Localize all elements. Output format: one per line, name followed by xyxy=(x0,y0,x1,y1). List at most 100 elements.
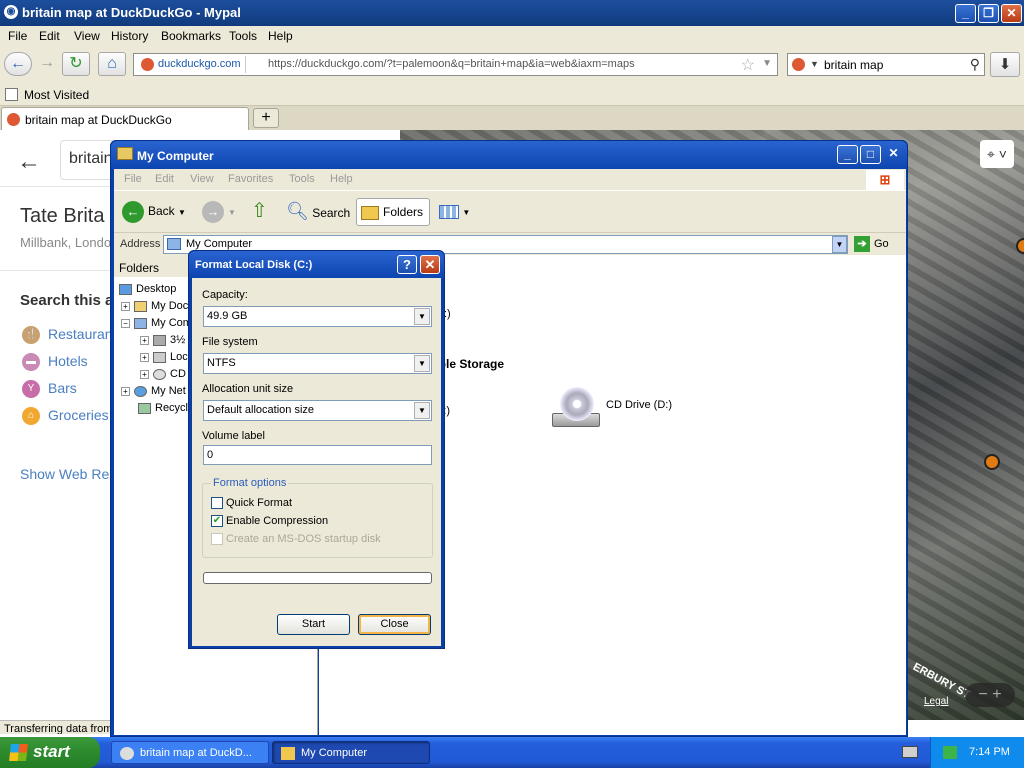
tree-floppy[interactable]: +3½ xyxy=(140,334,185,346)
checkbox-empty-icon[interactable] xyxy=(211,497,223,510)
ex-menu-favorites[interactable]: Favorites xyxy=(228,173,273,185)
menu-edit[interactable]: Edit xyxy=(39,29,60,43)
dropdown-arrow-icon[interactable]: ▼ xyxy=(414,355,430,372)
dropdown-arrow-icon[interactable]: ▼ xyxy=(414,402,430,419)
format-dialog-title-bar[interactable]: Format Local Disk (C:) ? ✕ xyxy=(189,251,444,278)
close-button[interactable]: ✕ xyxy=(1001,4,1022,23)
ex-menu-edit[interactable]: Edit xyxy=(155,173,174,185)
map-pin-icon[interactable] xyxy=(984,454,1000,470)
network-tray-icon[interactable] xyxy=(943,746,957,759)
cd-drive-item[interactable]: CD Drive (D:) xyxy=(552,387,692,437)
expand-icon[interactable]: + xyxy=(140,336,149,345)
map-location-icon[interactable]: ⌖ ˅ xyxy=(980,140,1014,168)
menu-help[interactable]: Help xyxy=(268,29,293,43)
tree-local-disk[interactable]: + Loc xyxy=(140,351,188,363)
collapse-icon[interactable]: − xyxy=(121,319,130,328)
tree-desktop[interactable]: Desktop xyxy=(119,283,176,295)
menu-file[interactable]: File xyxy=(8,29,27,43)
download-icon[interactable]: ⬇ xyxy=(990,52,1020,77)
search-icon[interactable]: ⚲ xyxy=(970,56,980,73)
tree-my-computer[interactable]: − My Com xyxy=(121,317,192,329)
url-bar[interactable]: duckduckgo.com https://duckduckgo.com/?t… xyxy=(133,53,778,76)
ex-search-button[interactable]: 🔍︎ Search xyxy=(286,198,350,226)
explorer-menu-bar: File Edit View Favorites Tools Help ⊞ xyxy=(114,169,906,190)
expand-icon[interactable]: + xyxy=(121,387,130,396)
category-label: Restauran xyxy=(48,326,113,342)
bookmark-star-icon[interactable]: ☆ xyxy=(741,55,755,75)
explorer-close-button[interactable]: ✕ xyxy=(883,145,904,164)
reload-icon[interactable]: ↻ xyxy=(62,52,90,76)
back-arrow-icon[interactable]: ← xyxy=(4,52,32,76)
show-web-results-link[interactable]: Show Web Res xyxy=(20,466,116,482)
engine-dropdown-icon[interactable]: ▼ xyxy=(810,59,819,69)
map-zoom-controls[interactable]: − + xyxy=(965,683,1015,707)
bookmarks-toolbar: Most Visited xyxy=(0,84,1024,106)
filesystem-select[interactable]: NTFS ▼ xyxy=(203,353,432,374)
ex-forward-button[interactable]: → ▼ xyxy=(202,198,236,226)
page-back-arrow-icon[interactable]: ← xyxy=(17,148,41,176)
home-icon[interactable]: ⌂ xyxy=(98,52,126,76)
site-identity[interactable]: duckduckgo.com xyxy=(138,56,246,73)
ex-menu-file[interactable]: File xyxy=(124,173,142,185)
ex-menu-view[interactable]: View xyxy=(190,173,214,185)
close-dialog-button[interactable]: Close xyxy=(358,614,431,635)
tree-my-documents[interactable]: + My Doc xyxy=(121,300,188,312)
clock[interactable]: 7:14 PM xyxy=(969,746,1010,758)
new-tab-button[interactable]: + xyxy=(253,108,279,128)
map-pin-icon[interactable] xyxy=(1016,238,1024,254)
allocation-select[interactable]: Default allocation size ▼ xyxy=(203,400,432,421)
url-text[interactable]: https://duckduckgo.com/?t=palemoon&q=bri… xyxy=(268,58,635,70)
checkbox-checked-icon[interactable]: ✔ xyxy=(211,515,223,528)
search-bar-text[interactable]: britain map xyxy=(824,58,883,72)
menu-bookmarks[interactable]: Bookmarks xyxy=(161,29,221,43)
map-legal-link[interactable]: Legal xyxy=(924,696,948,707)
explorer-minimize-button[interactable]: _ xyxy=(837,145,858,164)
address-dropdown-icon[interactable]: ▼ xyxy=(832,236,847,253)
bookmark-most-visited[interactable]: Most Visited xyxy=(24,88,89,102)
explorer-maximize-button[interactable]: □ xyxy=(860,145,881,164)
volume-label-input[interactable]: 0 xyxy=(203,445,432,465)
views-button[interactable]: ▼ xyxy=(439,198,470,226)
tab-active[interactable]: britain map at DuckDuckGo xyxy=(1,107,249,130)
ex-back-button[interactable]: ← Back ▼ xyxy=(122,198,186,226)
go-button[interactable]: ➔ Go xyxy=(854,236,889,252)
menu-tools[interactable]: Tools xyxy=(229,29,257,43)
ex-menu-tools[interactable]: Tools xyxy=(289,173,315,185)
expand-icon[interactable]: + xyxy=(140,370,149,379)
tree-recycle-bin[interactable]: Recycl xyxy=(138,402,188,414)
taskbar-item-browser[interactable]: britain map at DuckD... xyxy=(111,741,269,764)
quick-format-checkbox[interactable]: Quick Format xyxy=(211,497,292,510)
ex-folders-button[interactable]: Folders xyxy=(356,198,431,226)
category-groceries[interactable]: ⌂ Groceries xyxy=(22,407,109,426)
explorer-title-bar[interactable]: My Computer _ □ ✕ xyxy=(111,141,907,169)
expand-icon[interactable]: + xyxy=(140,353,149,362)
forward-arrow-icon[interactable]: → xyxy=(33,52,61,76)
search-bar[interactable]: ▼ britain map ⚲ xyxy=(787,53,985,76)
expand-icon[interactable]: + xyxy=(121,302,130,311)
dropdown-arrow-icon[interactable]: ▼ xyxy=(414,308,430,325)
menu-view[interactable]: View xyxy=(74,29,100,43)
help-button[interactable]: ? xyxy=(397,255,417,274)
capacity-select[interactable]: 49.9 GB ▼ xyxy=(203,306,432,327)
taskbar-item-my-computer[interactable]: My Computer xyxy=(272,741,430,764)
start-button[interactable]: Start xyxy=(277,614,350,635)
start-button[interactable]: start xyxy=(0,737,100,768)
dialog-close-button[interactable]: ✕ xyxy=(420,255,440,274)
search-label: Search xyxy=(312,206,351,220)
search-engine-icon[interactable] xyxy=(792,58,805,71)
restore-button[interactable]: ❐ xyxy=(978,4,999,23)
url-dropdown-icon[interactable]: ▼ xyxy=(762,58,772,69)
format-options-group: Format options Quick Format ✔ Enable Comp… xyxy=(202,477,433,558)
tree-my-network[interactable]: + My Net xyxy=(121,385,186,397)
menu-history[interactable]: History xyxy=(111,29,148,43)
keyboard-icon[interactable] xyxy=(902,746,918,758)
minimize-button[interactable]: _ xyxy=(955,4,976,23)
category-restaurants[interactable]: 🍴 Restauran xyxy=(22,326,113,345)
up-folder-icon[interactable]: ⇧ xyxy=(251,198,268,226)
category-hotels[interactable]: ▬ Hotels xyxy=(22,353,88,372)
tree-cd-drive[interactable]: + CD xyxy=(140,368,186,380)
back-label: Back xyxy=(148,204,175,218)
ex-menu-help[interactable]: Help xyxy=(330,173,353,185)
category-bars[interactable]: Y Bars xyxy=(22,380,77,399)
enable-compression-checkbox[interactable]: ✔ Enable Compression xyxy=(211,515,328,528)
